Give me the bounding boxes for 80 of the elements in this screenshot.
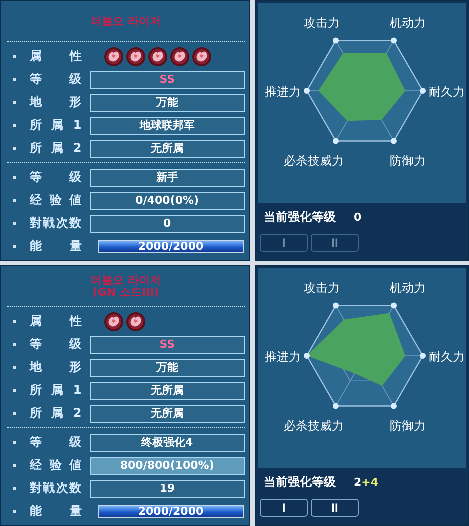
bullet-icon bbox=[13, 389, 16, 392]
field-label: 地形 bbox=[30, 359, 82, 376]
axis-label: 攻击力 bbox=[304, 16, 340, 30]
field-label: 等级 bbox=[30, 169, 82, 186]
bullet-icon bbox=[13, 147, 16, 150]
bullet-icon bbox=[13, 222, 16, 225]
field-label: 所属1 bbox=[30, 382, 82, 399]
bullet-icon bbox=[13, 320, 16, 323]
bullet-icon bbox=[13, 441, 16, 444]
field-value: SS bbox=[90, 336, 245, 354]
bullet-icon bbox=[13, 55, 16, 58]
flower-icon bbox=[104, 312, 124, 332]
field-label: 所属2 bbox=[30, 140, 82, 157]
field-label: 對戦次数 bbox=[30, 480, 82, 497]
field-label: 经验値 bbox=[30, 457, 82, 474]
field-value: 无所属 bbox=[90, 382, 245, 400]
axis-label: 推进力 bbox=[265, 350, 301, 364]
field-label: 對戦次数 bbox=[30, 215, 82, 232]
flower-icon bbox=[104, 46, 124, 66]
bullet-icon bbox=[13, 78, 16, 81]
field-value: 0 bbox=[90, 214, 245, 232]
axis-label: 机动力 bbox=[390, 280, 426, 295]
field-value: 无所属 bbox=[90, 140, 245, 158]
axis-label: 攻击力 bbox=[304, 280, 340, 295]
enhance-label: 当前强化等级 bbox=[264, 474, 336, 491]
field-value: 万能 bbox=[90, 94, 245, 112]
bullet-icon bbox=[13, 199, 16, 202]
field-value: 19 bbox=[90, 480, 245, 498]
field-label: 能量 bbox=[30, 238, 82, 255]
field-label: 等级 bbox=[30, 336, 82, 353]
field-value: 0/400(0%) bbox=[90, 192, 245, 210]
bullet-icon bbox=[13, 487, 16, 490]
flower-icon bbox=[126, 46, 146, 66]
axis-label: 耐久力 bbox=[429, 85, 465, 99]
field-label: 等级 bbox=[30, 434, 82, 451]
flower-icon bbox=[126, 312, 146, 332]
field-value: 地球联邦军 bbox=[90, 116, 245, 134]
bullet-icon bbox=[13, 176, 16, 179]
field-value: 无所属 bbox=[90, 404, 245, 422]
enhance-value: 2+4 bbox=[354, 476, 379, 489]
unit-name: 더블오 라이저 bbox=[91, 275, 161, 287]
axis-label: 防御力 bbox=[390, 419, 426, 434]
tab-button[interactable]: I bbox=[260, 499, 308, 517]
bullet-icon bbox=[13, 366, 16, 369]
flower-icon bbox=[170, 46, 190, 66]
flower-icon bbox=[148, 46, 168, 66]
axis-label: 防御力 bbox=[390, 154, 426, 168]
field-label: 地形 bbox=[30, 94, 82, 111]
field-label: 属性 bbox=[30, 48, 82, 65]
axis-label: 必杀技威力 bbox=[284, 419, 344, 434]
field-value: 新手 bbox=[90, 168, 245, 186]
enhance-label: 当前强化等级 bbox=[264, 209, 336, 226]
unit-name: (GN 소드III) bbox=[92, 287, 160, 299]
field-value: 万能 bbox=[90, 358, 245, 376]
axis-label: 耐久力 bbox=[429, 350, 465, 364]
bullet-icon bbox=[13, 101, 16, 104]
bullet-icon bbox=[13, 510, 16, 513]
bullet-icon bbox=[13, 245, 16, 248]
flower-icon bbox=[192, 46, 212, 66]
enhance-value: 0 bbox=[354, 211, 362, 224]
tab-button[interactable]: II bbox=[311, 499, 359, 517]
bullet-icon bbox=[13, 464, 16, 467]
bullet-icon bbox=[13, 412, 16, 415]
bullet-icon bbox=[13, 343, 16, 346]
field-label: 能量 bbox=[30, 503, 82, 520]
field-value: 终极强化4 bbox=[90, 434, 245, 452]
axis-label: 推进力 bbox=[265, 85, 301, 99]
field-label: 所属1 bbox=[30, 117, 82, 134]
field-label: 属性 bbox=[30, 313, 82, 330]
energy-reading: 2000/2000 bbox=[137, 505, 205, 518]
energy-reading: 2000/2000 bbox=[137, 240, 205, 253]
unit-name: 더블오 라이저 bbox=[91, 16, 161, 28]
field-value: SS bbox=[90, 70, 245, 88]
field-label: 所属2 bbox=[30, 405, 82, 422]
field-label: 等级 bbox=[30, 71, 82, 88]
field-label: 经验値 bbox=[30, 192, 82, 209]
field-value: 800/800(100%) bbox=[90, 456, 245, 474]
bullet-icon bbox=[13, 124, 16, 127]
axis-label: 机动力 bbox=[390, 16, 426, 30]
axis-label: 必杀技威力 bbox=[284, 154, 344, 168]
